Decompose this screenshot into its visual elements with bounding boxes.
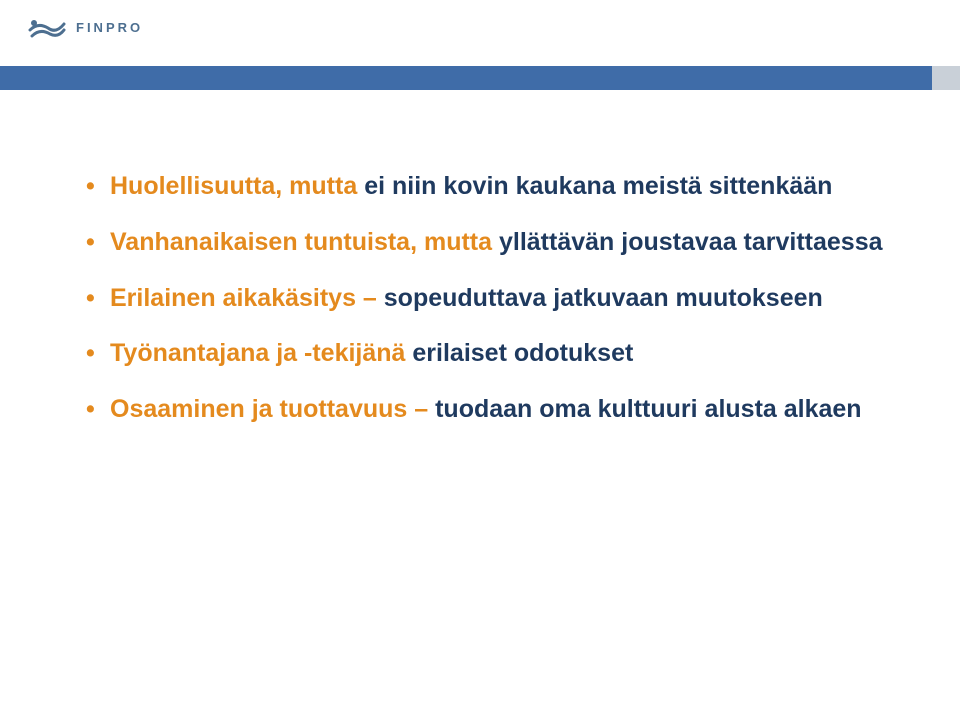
list-item: Huolellisuutta, mutta ei niin kovin kauk…	[80, 170, 900, 204]
bullet-list: Huolellisuutta, mutta ei niin kovin kauk…	[80, 170, 900, 427]
bullet-text-part: tuodaan oma kulttuuri alusta alkaen	[435, 395, 861, 423]
list-item: Työnantajana ja -tekijänä erilaiset odot…	[80, 337, 900, 371]
bullet-text-part: Vanhanaikaisen tuntuista, mutta	[110, 228, 499, 256]
bullet-text-part: Huolellisuutta, mutta	[110, 172, 364, 200]
bullet-text-part: Työnantajana ja -tekijänä	[110, 339, 412, 367]
content-area: Huolellisuutta, mutta ei niin kovin kauk…	[80, 170, 900, 449]
header: FINPRO	[0, 0, 960, 66]
bullet-text-part: Erilainen aikakäsitys –	[110, 284, 384, 312]
bullet-text-part: sopeuduttava jatkuvaan muutokseen	[384, 284, 823, 312]
bullet-text-part: yllättävän joustavaa tarvittaessa	[499, 228, 883, 256]
finpro-mark-icon	[28, 16, 66, 38]
bullet-text-part: erilaiset odotukset	[412, 339, 633, 367]
slide: FINPRO Huolellisuutta, mutta ei niin kov…	[0, 0, 960, 716]
list-item: Erilainen aikakäsitys – sopeuduttava jat…	[80, 282, 900, 316]
list-item: Osaaminen ja tuottavuus – tuodaan oma ku…	[80, 393, 900, 427]
list-item: Vanhanaikaisen tuntuista, mutta yllättäv…	[80, 226, 900, 260]
brand-name: FINPRO	[76, 20, 143, 35]
bullet-text-part: Osaaminen ja tuottavuus –	[110, 395, 435, 423]
bullet-text-part: ei niin kovin kaukana meistä sittenkään	[364, 172, 832, 200]
brand-logo: FINPRO	[28, 16, 143, 38]
